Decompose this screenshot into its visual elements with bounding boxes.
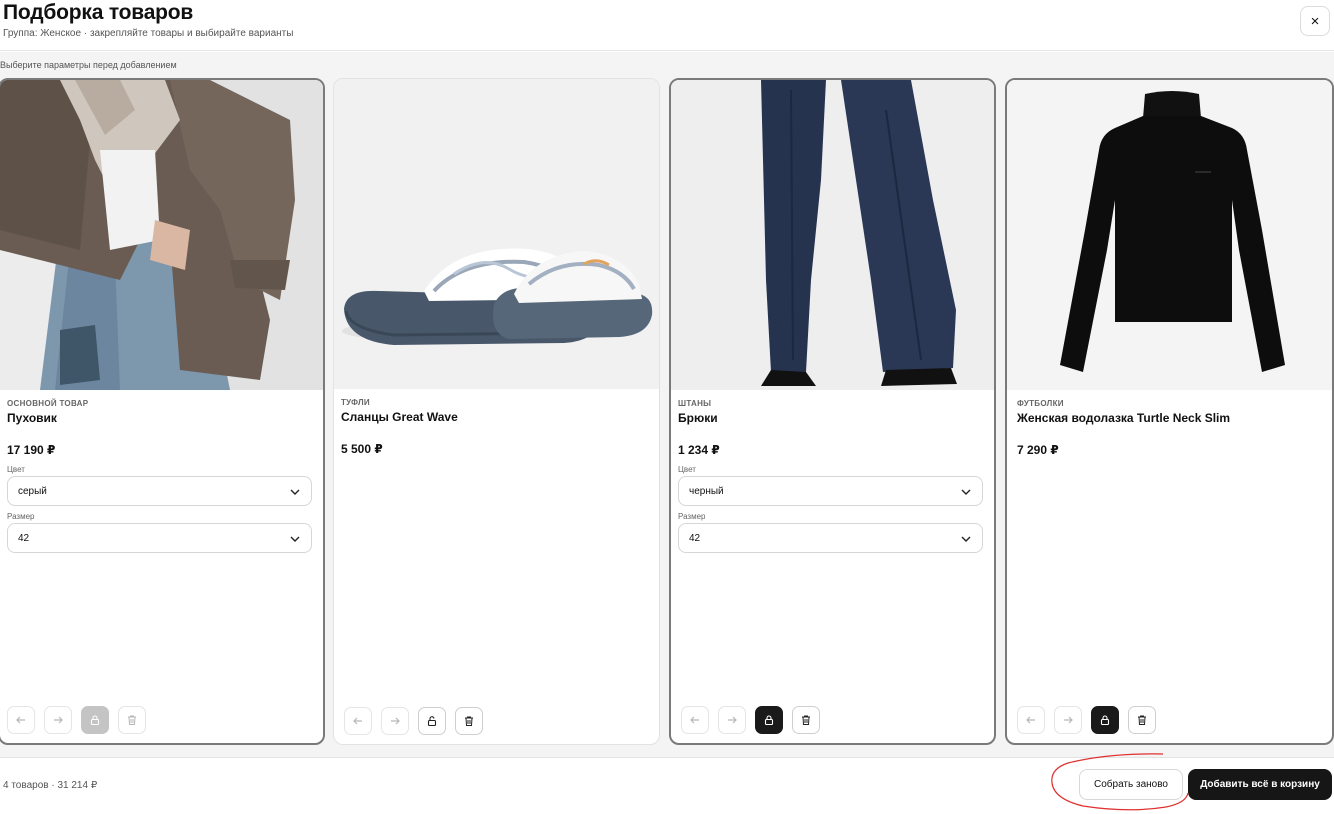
trousers-photo: [671, 80, 994, 390]
pin-button[interactable]: [81, 706, 109, 734]
arrow-left-icon: [690, 716, 699, 724]
size-select[interactable]: 42: [678, 523, 983, 553]
cards-area: Выберите параметры перед добавлением ОСН…: [0, 52, 1334, 757]
arrow-left-icon: [1026, 716, 1035, 724]
unlock-icon: [427, 716, 437, 727]
move-left-button[interactable]: [1017, 706, 1045, 734]
slides-photo: [334, 79, 659, 389]
product-price: 1 234 ₽: [678, 443, 720, 457]
product-image: [671, 80, 994, 390]
delete-button[interactable]: [118, 706, 146, 734]
size-select-value: 42: [689, 533, 701, 544]
chevron-down-icon: [290, 536, 300, 542]
rebuild-button[interactable]: Собрать заново: [1079, 769, 1183, 800]
arrow-right-icon: [391, 717, 400, 725]
product-card-slides[interactable]: ТУФЛИ Сланцы Great Wave 5 500 ₽: [333, 78, 660, 745]
move-right-button[interactable]: [381, 707, 409, 735]
product-image: [334, 79, 659, 389]
product-category: ТУФЛИ: [341, 398, 370, 407]
size-select[interactable]: 42: [7, 523, 312, 553]
lock-icon: [1100, 715, 1110, 726]
product-card-trousers[interactable]: ШТАНЫ Брюки 1 234 ₽ Цвет черный Размер 4…: [669, 78, 996, 745]
delete-button[interactable]: [455, 707, 483, 735]
delete-button[interactable]: [1128, 706, 1156, 734]
product-name: Пуховик: [7, 411, 57, 425]
modal-header: Подборка товаров Группа: Женское · закре…: [0, 0, 1334, 51]
chevron-down-icon: [961, 536, 971, 542]
arrow-left-icon: [353, 717, 362, 725]
color-select[interactable]: черный: [678, 476, 983, 506]
lock-icon: [764, 715, 774, 726]
cart-summary: 4 товаров · 31 214 ₽: [3, 780, 98, 791]
product-image: [0, 80, 323, 390]
arrow-right-icon: [728, 716, 737, 724]
product-card-puffer[interactable]: ОСНОВНОЙ ТОВАР Пуховик 17 190 ₽ Цвет сер…: [0, 78, 325, 745]
trash-icon: [465, 716, 473, 726]
trash-icon: [128, 715, 136, 725]
color-select-value: серый: [18, 486, 47, 497]
product-name: Женская водолазка Turtle Neck Slim: [1017, 411, 1231, 425]
arrow-right-icon: [54, 716, 63, 724]
color-label: Цвет: [678, 465, 696, 474]
chevron-down-icon: [290, 489, 300, 495]
lock-icon: [90, 715, 100, 726]
arrow-left-icon: [16, 716, 25, 724]
delete-button[interactable]: [792, 706, 820, 734]
move-left-button[interactable]: [7, 706, 35, 734]
move-right-button[interactable]: [718, 706, 746, 734]
size-label: Размер: [7, 512, 35, 521]
move-left-button[interactable]: [681, 706, 709, 734]
product-image: [1007, 80, 1332, 390]
close-icon: ×: [1310, 12, 1320, 30]
page-subtitle: Группа: Женское · закрепляйте товары и в…: [3, 28, 294, 39]
product-name: Сланцы Great Wave: [341, 410, 458, 424]
product-name: Брюки: [678, 411, 718, 425]
close-button[interactable]: ×: [1300, 6, 1330, 36]
move-right-button[interactable]: [44, 706, 72, 734]
modal-footer: 4 товаров · 31 214 ₽ Собрать заново Доба…: [0, 757, 1334, 814]
pin-button[interactable]: [418, 707, 446, 735]
turtleneck-photo: [1007, 80, 1332, 390]
move-right-button[interactable]: [1054, 706, 1082, 734]
size-select-value: 42: [18, 533, 30, 544]
puffer-jacket-photo: [0, 80, 323, 390]
product-price: 17 190 ₽: [7, 443, 56, 457]
pin-button[interactable]: [1091, 706, 1119, 734]
trash-icon: [802, 715, 810, 725]
product-price: 7 290 ₽: [1017, 443, 1059, 457]
selection-hint: Выберите параметры перед добавлением: [0, 60, 177, 70]
product-card-turtleneck[interactable]: ФУТБОЛКИ Женская водолазка Turtle Neck S…: [1005, 78, 1334, 745]
product-category: ОСНОВНОЙ ТОВАР: [7, 399, 89, 408]
size-label: Размер: [678, 512, 706, 521]
product-category: ФУТБОЛКИ: [1017, 399, 1064, 408]
color-select-value: черный: [689, 486, 724, 497]
arrow-right-icon: [1064, 716, 1073, 724]
trash-icon: [1138, 715, 1146, 725]
add-all-to-cart-button[interactable]: Добавить всё в корзину: [1188, 769, 1332, 800]
product-price: 5 500 ₽: [341, 442, 383, 456]
move-left-button[interactable]: [344, 707, 372, 735]
pin-button[interactable]: [755, 706, 783, 734]
color-label: Цвет: [7, 465, 25, 474]
product-category: ШТАНЫ: [678, 399, 712, 408]
page-title: Подборка товаров: [3, 1, 194, 24]
chevron-down-icon: [961, 489, 971, 495]
color-select[interactable]: серый: [7, 476, 312, 506]
